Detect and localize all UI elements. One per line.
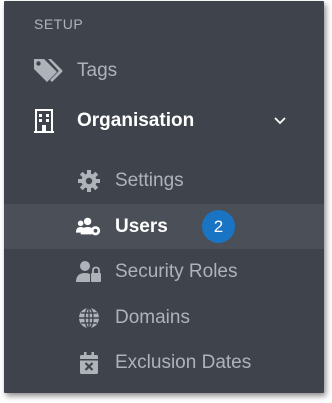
user-lock-icon (76, 259, 102, 285)
sidebar-subitem-domains[interactable]: Domains (4, 296, 324, 340)
sidebar-subitem-label: Domains (115, 307, 190, 328)
tags-icon (32, 56, 64, 86)
section-header: SETUP (34, 16, 84, 32)
sidebar-subitem-label: Exclusion Dates (115, 352, 252, 373)
sidebar-item-label: Tags (77, 60, 118, 81)
sidebar-subitem-label: Users (115, 215, 168, 237)
sidebar-subitem-label: Settings (115, 170, 184, 191)
calendar-x-icon (76, 350, 102, 376)
gear-icon (76, 168, 102, 194)
setup-sidebar: SETUP Tags Organisation Settings Users 2… (4, 1, 324, 393)
sidebar-item-tags[interactable]: Tags (4, 49, 324, 93)
sidebar-subitem-security-roles[interactable]: Security Roles (4, 250, 324, 294)
sidebar-item-label: Organisation (77, 110, 195, 131)
sidebar-subitem-exclusion-dates[interactable]: Exclusion Dates (4, 341, 324, 385)
building-icon (32, 106, 56, 136)
sidebar-subitem-label: Security Roles (115, 261, 238, 282)
sidebar-item-organisation[interactable]: Organisation (4, 99, 324, 143)
globe-icon (76, 305, 102, 331)
sidebar-subitem-users[interactable]: Users 2 (4, 204, 324, 249)
count-badge: 2 (202, 210, 235, 243)
users-gear-icon (76, 214, 102, 240)
chevron-down-icon[interactable] (272, 113, 288, 129)
sidebar-subitem-settings[interactable]: Settings (4, 159, 324, 203)
